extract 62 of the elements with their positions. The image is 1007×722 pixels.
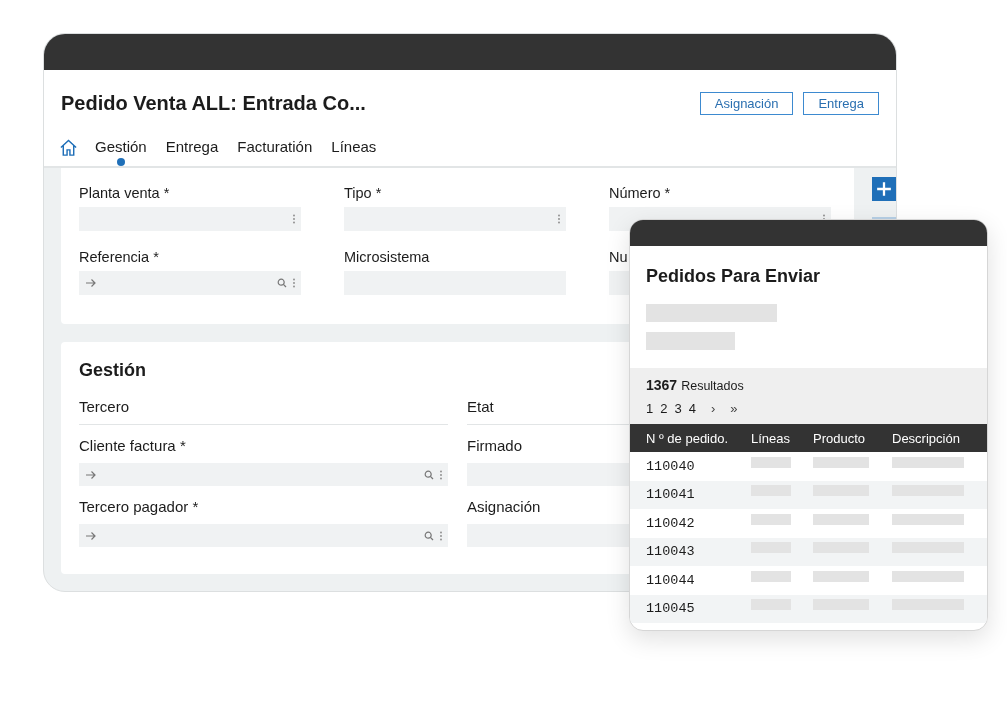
column-header: Descripción [892,430,961,446]
field-label: Planta venta * [79,184,170,202]
page-link[interactable]: 4 [688,401,696,416]
field-label: Tercero [79,398,130,416]
placeholder-bar [813,513,869,525]
search-icon[interactable] [424,469,434,480]
search-icon[interactable] [424,530,434,541]
page-link[interactable]: 2 [660,401,668,416]
field-label: Tercero pagador * [79,498,199,516]
popup-title: Pedidos Para Enviar [646,266,822,287]
result-label: Resultados [681,379,744,393]
window-title: Pedido Venta ALL: Entrada Co... [61,91,366,115]
field-label: Referencia * [79,248,159,266]
table-cell-text: 110042 [645,515,696,531]
placeholder-bar [751,513,791,525]
placeholder-bar [892,570,964,582]
table-cell-text: 110045 [645,601,696,617]
plus-icon [876,181,892,197]
input-field[interactable] [79,524,448,547]
table-cell-text: 110043 [645,544,696,560]
field-label: Cliente factura * [79,437,186,455]
next-page-button[interactable]: › [710,401,716,416]
search-icon[interactable] [277,278,287,288]
field-label: Nu [609,248,628,266]
column-header: Producto [813,430,867,446]
home-icon[interactable] [59,138,78,157]
column-header: N º de pedido. [645,430,730,446]
tab[interactable]: Líneas [331,134,377,166]
placeholder-bar [751,456,791,468]
table-cell-text: 110040 [645,458,696,474]
field-label: Número * [609,184,671,202]
add-button[interactable] [872,177,896,201]
placeholder-bar [813,456,869,468]
field-label: Etat [467,398,494,416]
input-field[interactable] [79,207,301,231]
arrow-icon [85,530,97,541]
field-label: Tipo * [344,184,382,202]
tab[interactable]: Entrega [165,134,219,166]
placeholder-bar [892,513,964,525]
placeholder-bar [751,570,791,582]
table-cell-text: 110044 [645,572,696,588]
table-cell-text: 110041 [645,487,696,503]
input-field[interactable] [79,463,448,486]
field-label: Asignación [467,498,541,516]
result-count: 1367 [646,377,678,393]
arrow-icon [85,469,97,480]
last-page-button[interactable]: » [730,401,738,416]
input-field[interactable] [79,271,301,295]
tab[interactable]: Gestión [95,134,147,166]
page-link[interactable]: 3 [674,401,682,416]
page-link[interactable]: 1 [646,401,654,416]
tab[interactable]: Facturatión [237,134,313,166]
field-label: Microsistema [344,248,430,266]
section-title: Gestión [79,360,146,381]
arrow-icon [85,278,97,288]
placeholder-bar [892,456,964,468]
action-button[interactable]: Entrega [803,91,879,115]
action-button[interactable]: Asignación [699,91,794,115]
placeholder-bar [813,570,869,582]
column-header: Líneas [751,430,792,446]
field-label: Firmado [467,437,522,455]
input-field[interactable] [344,207,566,231]
